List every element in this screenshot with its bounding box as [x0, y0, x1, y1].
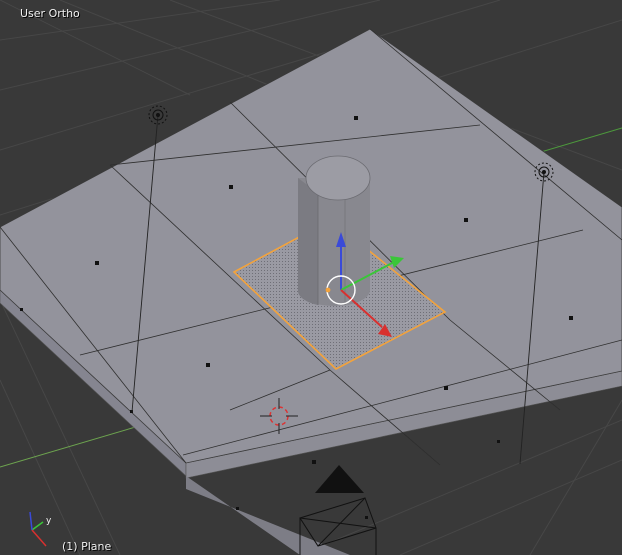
view-name-label: User Ortho	[20, 7, 80, 20]
scene-canvas[interactable]: y	[0, 0, 622, 555]
active-object-label: (1) Plane	[62, 540, 112, 553]
object-origin	[325, 287, 331, 293]
axis-gizmo-icon: y	[29, 511, 52, 547]
cylinder-mesh[interactable]	[297, 155, 371, 306]
axis-gizmo-y-label: y	[46, 516, 52, 526]
lamp-icon[interactable]	[148, 105, 168, 125]
3d-viewport[interactable]: y User Ortho (1) Plane	[0, 0, 622, 555]
